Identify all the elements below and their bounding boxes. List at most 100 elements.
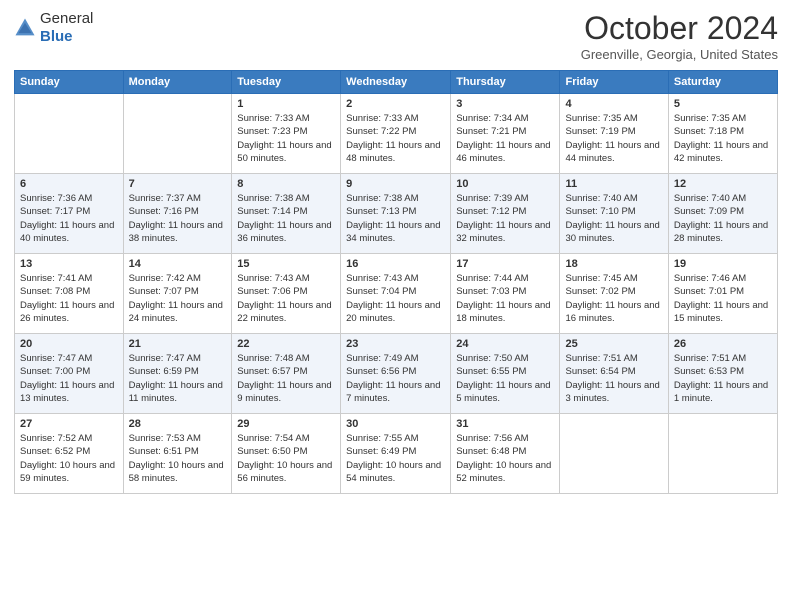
cell-1-4: 10 Sunrise: 7:39 AM Sunset: 7:12 PM Dayli…: [451, 174, 560, 254]
cell-2-3: 16 Sunrise: 7:43 AM Sunset: 7:04 PM Dayli…: [341, 254, 451, 334]
cell-2-1: 14 Sunrise: 7:42 AM Sunset: 7:07 PM Dayli…: [123, 254, 232, 334]
cell-2-6: 19Sunrise: 7:46 AM Sunset: 7:01 PM Dayli…: [668, 254, 777, 334]
cell-3-4: 24Sunrise: 7:50 AM Sunset: 6:55 PM Dayli…: [451, 334, 560, 414]
day-number: 13: [20, 258, 118, 270]
day-number: 25: [565, 338, 662, 350]
cell-3-2: 22 Sunrise: 7:48 AM Sunset: 6:57 PM Dayli…: [232, 334, 341, 414]
logo-icon: [14, 17, 36, 39]
cell-1-0: 6 Sunrise: 7:36 AM Sunset: 7:17 PM Daylig…: [15, 174, 124, 254]
col-saturday: Saturday: [668, 71, 777, 94]
col-friday: Friday: [560, 71, 668, 94]
cell-1-1: 7Sunrise: 7:37 AM Sunset: 7:16 PM Daylig…: [123, 174, 232, 254]
week-row-4: 20 Sunrise: 7:47 AM Sunset: 7:00 PM Dayli…: [15, 334, 778, 414]
day-info: Sunrise: 7:39 AM Sunset: 7:12 PM Dayligh…: [456, 192, 554, 245]
cell-2-2: 15Sunrise: 7:43 AM Sunset: 7:06 PM Dayli…: [232, 254, 341, 334]
day-info: Sunrise: 7:33 AM Sunset: 7:22 PM Dayligh…: [346, 112, 445, 165]
day-number: 14: [129, 258, 227, 270]
day-number: 24: [456, 338, 554, 350]
day-info: Sunrise: 7:35 AM Sunset: 7:18 PM Dayligh…: [674, 112, 772, 165]
cell-3-3: 23 Sunrise: 7:49 AM Sunset: 6:56 PM Dayli…: [341, 334, 451, 414]
day-number: 26: [674, 338, 772, 350]
cell-0-3: 2 Sunrise: 7:33 AM Sunset: 7:22 PM Daylig…: [341, 94, 451, 174]
cell-4-6: [668, 414, 777, 494]
day-info: Sunrise: 7:40 AM Sunset: 7:09 PM Dayligh…: [674, 192, 772, 245]
day-info: Sunrise: 7:47 AM Sunset: 7:00 PM Dayligh…: [20, 352, 118, 405]
day-info: Sunrise: 7:47 AM Sunset: 6:59 PM Dayligh…: [129, 352, 227, 405]
day-info: Sunrise: 7:34 AM Sunset: 7:21 PM Dayligh…: [456, 112, 554, 165]
cell-3-1: 21Sunrise: 7:47 AM Sunset: 6:59 PM Dayli…: [123, 334, 232, 414]
cell-1-3: 9 Sunrise: 7:38 AM Sunset: 7:13 PM Daylig…: [341, 174, 451, 254]
day-number: 16: [346, 258, 445, 270]
day-number: 9: [346, 178, 445, 190]
logo-text: General Blue: [40, 10, 93, 46]
day-info: Sunrise: 7:46 AM Sunset: 7:01 PM Dayligh…: [674, 272, 772, 325]
day-number: 1: [237, 98, 335, 110]
calendar-table: Sunday Monday Tuesday Wednesday Thursday…: [14, 70, 778, 494]
title-area: October 2024 Greenville, Georgia, United…: [581, 10, 778, 62]
day-number: 22: [237, 338, 335, 350]
day-info: Sunrise: 7:51 AM Sunset: 6:53 PM Dayligh…: [674, 352, 772, 405]
day-number: 28: [129, 418, 227, 430]
cell-0-4: 3 Sunrise: 7:34 AM Sunset: 7:21 PM Daylig…: [451, 94, 560, 174]
day-info: Sunrise: 7:43 AM Sunset: 7:04 PM Dayligh…: [346, 272, 445, 325]
day-info: Sunrise: 7:53 AM Sunset: 6:51 PM Dayligh…: [129, 432, 227, 485]
day-info: Sunrise: 7:43 AM Sunset: 7:06 PM Dayligh…: [237, 272, 335, 325]
cell-0-5: 4Sunrise: 7:35 AM Sunset: 7:19 PM Daylig…: [560, 94, 668, 174]
day-number: 11: [565, 178, 662, 190]
day-info: Sunrise: 7:36 AM Sunset: 7:17 PM Dayligh…: [20, 192, 118, 245]
col-monday: Monday: [123, 71, 232, 94]
page: General Blue October 2024 Greenville, Ge…: [0, 0, 792, 612]
day-number: 3: [456, 98, 554, 110]
day-number: 6: [20, 178, 118, 190]
day-number: 23: [346, 338, 445, 350]
cell-0-1: [123, 94, 232, 174]
day-info: Sunrise: 7:38 AM Sunset: 7:14 PM Dayligh…: [237, 192, 335, 245]
day-number: 27: [20, 418, 118, 430]
cell-4-3: 30Sunrise: 7:55 AM Sunset: 6:49 PM Dayli…: [341, 414, 451, 494]
cell-0-6: 5 Sunrise: 7:35 AM Sunset: 7:18 PM Daylig…: [668, 94, 777, 174]
header-row: Sunday Monday Tuesday Wednesday Thursday…: [15, 71, 778, 94]
day-number: 10: [456, 178, 554, 190]
day-number: 2: [346, 98, 445, 110]
cell-2-4: 17Sunrise: 7:44 AM Sunset: 7:03 PM Dayli…: [451, 254, 560, 334]
cell-3-0: 20 Sunrise: 7:47 AM Sunset: 7:00 PM Dayli…: [15, 334, 124, 414]
calendar-body: 1 Sunrise: 7:33 AM Sunset: 7:23 PM Daylig…: [15, 94, 778, 494]
week-row-5: 27Sunrise: 7:52 AM Sunset: 6:52 PM Dayli…: [15, 414, 778, 494]
day-number: 12: [674, 178, 772, 190]
cell-2-5: 18Sunrise: 7:45 AM Sunset: 7:02 PM Dayli…: [560, 254, 668, 334]
cell-4-1: 28 Sunrise: 7:53 AM Sunset: 6:51 PM Dayli…: [123, 414, 232, 494]
day-number: 4: [565, 98, 662, 110]
day-number: 5: [674, 98, 772, 110]
col-tuesday: Tuesday: [232, 71, 341, 94]
day-info: Sunrise: 7:48 AM Sunset: 6:57 PM Dayligh…: [237, 352, 335, 405]
cell-1-2: 8Sunrise: 7:38 AM Sunset: 7:14 PM Daylig…: [232, 174, 341, 254]
logo-blue: Blue: [40, 28, 73, 45]
header: General Blue October 2024 Greenville, Ge…: [14, 10, 778, 62]
cell-1-5: 11 Sunrise: 7:40 AM Sunset: 7:10 PM Dayli…: [560, 174, 668, 254]
cell-0-2: 1 Sunrise: 7:33 AM Sunset: 7:23 PM Daylig…: [232, 94, 341, 174]
week-row-2: 6 Sunrise: 7:36 AM Sunset: 7:17 PM Daylig…: [15, 174, 778, 254]
day-info: Sunrise: 7:56 AM Sunset: 6:48 PM Dayligh…: [456, 432, 554, 485]
day-info: Sunrise: 7:33 AM Sunset: 7:23 PM Dayligh…: [237, 112, 335, 165]
week-row-1: 1 Sunrise: 7:33 AM Sunset: 7:23 PM Daylig…: [15, 94, 778, 174]
calendar-header: Sunday Monday Tuesday Wednesday Thursday…: [15, 71, 778, 94]
cell-4-5: [560, 414, 668, 494]
col-thursday: Thursday: [451, 71, 560, 94]
day-number: 17: [456, 258, 554, 270]
cell-3-6: 26 Sunrise: 7:51 AM Sunset: 6:53 PM Dayli…: [668, 334, 777, 414]
day-info: Sunrise: 7:40 AM Sunset: 7:10 PM Dayligh…: [565, 192, 662, 245]
day-info: Sunrise: 7:37 AM Sunset: 7:16 PM Dayligh…: [129, 192, 227, 245]
cell-2-0: 13 Sunrise: 7:41 AM Sunset: 7:08 PM Dayli…: [15, 254, 124, 334]
day-number: 20: [20, 338, 118, 350]
cell-4-2: 29 Sunrise: 7:54 AM Sunset: 6:50 PM Dayli…: [232, 414, 341, 494]
logo-general: General: [40, 10, 93, 27]
day-info: Sunrise: 7:41 AM Sunset: 7:08 PM Dayligh…: [20, 272, 118, 325]
day-info: Sunrise: 7:54 AM Sunset: 6:50 PM Dayligh…: [237, 432, 335, 485]
day-info: Sunrise: 7:38 AM Sunset: 7:13 PM Dayligh…: [346, 192, 445, 245]
month-title: October 2024: [581, 10, 778, 47]
day-info: Sunrise: 7:42 AM Sunset: 7:07 PM Dayligh…: [129, 272, 227, 325]
day-number: 29: [237, 418, 335, 430]
day-info: Sunrise: 7:49 AM Sunset: 6:56 PM Dayligh…: [346, 352, 445, 405]
day-info: Sunrise: 7:45 AM Sunset: 7:02 PM Dayligh…: [565, 272, 662, 325]
day-info: Sunrise: 7:51 AM Sunset: 6:54 PM Dayligh…: [565, 352, 662, 405]
